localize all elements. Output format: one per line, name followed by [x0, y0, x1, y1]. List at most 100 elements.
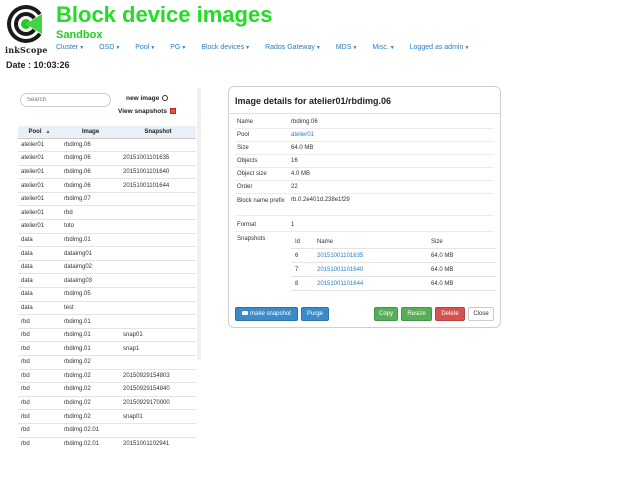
snapshots-table: Id Name Size 6 20151001101635 64.0 MB 7 … [291, 235, 496, 291]
pool-cell: rbd [18, 355, 61, 370]
prop-row-pool: Pool atelier01 [235, 129, 494, 142]
image-cell: rbdimg.06 [61, 151, 120, 166]
pool-cell: rbd [18, 327, 61, 342]
image-cell: dataimg03 [61, 273, 120, 288]
table-row[interactable]: atelier01 rbdimg.07 [18, 191, 196, 206]
table-row[interactable]: rbd rbdimg.02 20150929154840 [18, 382, 196, 397]
table-row[interactable]: data dataimg01 [18, 246, 196, 261]
search-input[interactable] [20, 93, 111, 107]
snapshot-row: 8 20151001101644 64.0 MB [291, 277, 496, 291]
prop-row-format: Format 1 [235, 219, 494, 232]
nav-misc[interactable]: Misc.▼ [372, 44, 394, 56]
snapshot-cell: snap01 [120, 327, 196, 342]
copy-button[interactable]: Copy [374, 307, 398, 321]
pool-cell: rbd [18, 382, 61, 397]
column-header-snapshot[interactable]: Snapshot [120, 126, 196, 139]
main-nav: Cluster▼ OSD▼ Pool▼ PG▼ Block devices▼ R… [56, 44, 484, 56]
image-cell: rbdimg.02 [61, 409, 120, 424]
snapshot-id: 8 [295, 281, 299, 287]
snapshots-header-row: Id Name Size [291, 235, 496, 249]
pool-cell: rbd [18, 341, 61, 356]
table-row[interactable]: rbd rbdimg.02.01 [18, 422, 196, 438]
table-row[interactable]: atelier01 rbdimg.06 20151001101640 [18, 164, 196, 179]
image-cell: test [61, 300, 120, 315]
prop-label: Object size [237, 171, 267, 177]
table-row[interactable]: rbd rbdimg.02.01 20151001102941 [18, 436, 196, 451]
table-row[interactable]: rbd rbdimg.02 20150929154803 [18, 368, 196, 383]
snapshot-link[interactable]: 20151001101644 [317, 281, 363, 287]
snapshot-cell [120, 273, 196, 288]
pool-link[interactable]: atelier01 [291, 132, 314, 138]
image-cell: rbdimg.01 [61, 341, 120, 356]
table-row[interactable]: rbd rbdimg.01 snap1 [18, 341, 196, 356]
chevron-down-icon: ▼ [150, 45, 156, 51]
resize-button[interactable]: Resize [401, 307, 432, 321]
nav-pg[interactable]: PG▼ [170, 44, 186, 56]
nav-cluster[interactable]: Cluster▼ [56, 44, 84, 56]
table-row[interactable]: rbd rbdimg.01 [18, 314, 196, 329]
prop-row-size: Size 64.0 MB [235, 142, 494, 155]
chevron-down-icon: ▼ [352, 45, 358, 51]
snapshot-cell [120, 219, 196, 234]
nav-user[interactable]: Logged as admin▼ [410, 44, 470, 56]
nav-osd[interactable]: OSD▼ [99, 44, 120, 56]
pool-cell: data [18, 232, 61, 247]
delete-button[interactable]: Delete [435, 307, 465, 321]
nav-pool[interactable]: Pool▼ [135, 44, 155, 56]
table-row[interactable]: rbd rbdimg.02 [18, 355, 196, 370]
snapshot-cell [120, 232, 196, 247]
chevron-down-icon: ▼ [115, 45, 121, 51]
table-row[interactable]: data rbdimg.05 [18, 287, 196, 302]
pool-cell: data [18, 300, 61, 315]
prop-value: 1 [291, 222, 295, 228]
snapshot-id: 6 [295, 253, 299, 259]
image-cell: rbdimg.07 [61, 191, 120, 206]
table-row[interactable]: atelier01 rbdimg.06 20151001101644 [18, 178, 196, 193]
nav-block-devices[interactable]: Block devices▼ [201, 44, 250, 56]
snapshot-cell: 20151001101644 [120, 178, 196, 193]
table-row[interactable]: atelier01 rbdimg.06 20151001101635 [18, 151, 196, 166]
snapshot-cell [120, 246, 196, 261]
purge-button[interactable]: Purge [301, 307, 329, 321]
new-image-button[interactable]: new image [126, 95, 169, 102]
table-row[interactable]: atelier01 rbdimg.06 [18, 137, 196, 152]
nav-rados-gateway[interactable]: Rados Gateway▼ [265, 44, 321, 56]
snapshot-size: 64.0 MB [431, 267, 454, 273]
images-table-container: Pool ▲ Image Snapshot atelier01 rbdimg.06 a… [18, 126, 196, 451]
table-row[interactable]: atelier01 rbd [18, 205, 196, 220]
table-row[interactable]: atelier01 toto [18, 219, 196, 234]
snapshot-cell: 20151001101640 [120, 164, 196, 179]
checkbox-checked-icon[interactable] [170, 108, 177, 115]
pool-cell: rbd [18, 422, 61, 438]
column-header-size: Size [431, 239, 443, 245]
snapshot-link[interactable]: 20151001101640 [317, 267, 363, 273]
table-row[interactable]: data dataimg03 [18, 273, 196, 288]
table-row[interactable]: rbd rbdimg.02 20150929170000 [18, 395, 196, 410]
nav-mds[interactable]: MDS▼ [336, 44, 358, 56]
prop-value: rb.0.2e401d.238e1f29 [291, 197, 350, 203]
prop-label: Format [237, 222, 257, 228]
table-row[interactable]: data test [18, 300, 196, 315]
pool-cell: rbd [18, 314, 61, 329]
chevron-down-icon: ▼ [245, 45, 251, 51]
prop-label: Name [237, 119, 254, 125]
snapshot-row: 6 20151001101635 64.0 MB [291, 249, 496, 263]
image-cell: rbdimg.06 [61, 178, 120, 193]
scrollbar[interactable] [197, 88, 201, 360]
snapshot-cell: 20151001102941 [120, 436, 196, 451]
table-row[interactable]: rbd rbdimg.02 snap01 [18, 409, 196, 424]
table-row[interactable]: data rbdimg.01 [18, 232, 196, 247]
column-header-image[interactable]: Image [61, 126, 120, 139]
table-row[interactable]: data dataimg02 [18, 259, 196, 274]
table-row[interactable]: rbd rbdimg.01 snap01 [18, 327, 196, 342]
pool-cell: rbd [18, 395, 61, 410]
details-title: Image details for atelier01/rbdimg.06 [235, 96, 392, 106]
chevron-down-icon: ▼ [464, 45, 470, 51]
column-header-pool[interactable]: Pool ▲ [18, 126, 61, 139]
close-button[interactable]: Close [468, 307, 494, 321]
snapshot-link[interactable]: 20151001101635 [317, 253, 363, 259]
make-snapshot-button[interactable]: make snapshot [235, 307, 298, 321]
view-snapshots-toggle[interactable]: View snapshots [118, 108, 177, 115]
prop-label: Pool [237, 132, 250, 138]
pool-cell: data [18, 273, 61, 288]
